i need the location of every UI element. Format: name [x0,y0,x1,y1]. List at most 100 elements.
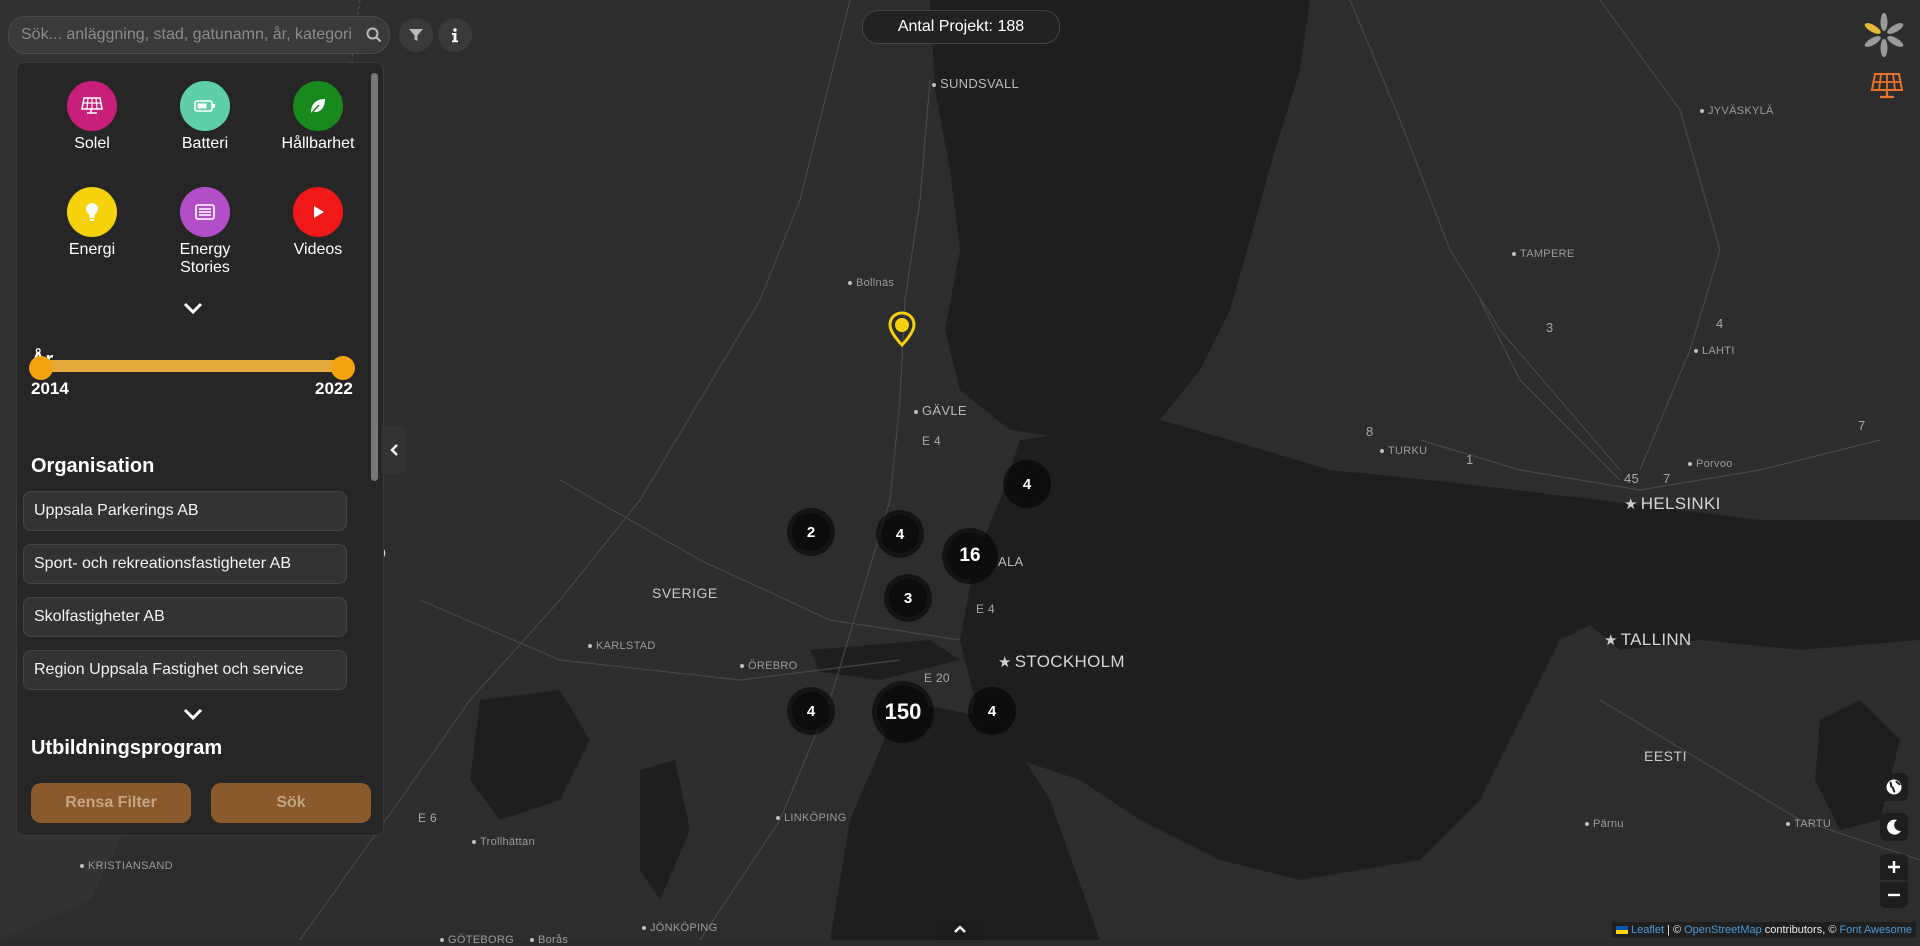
category-label: Videos [293,241,343,258]
expand-organisations-button[interactable] [181,707,205,727]
place-label: EESTI [1644,748,1687,764]
lightbulb-icon [67,187,117,237]
ukraine-flag-icon [1616,926,1629,934]
road-label: E 4 [976,602,995,616]
place-label: Pärnu [1585,818,1624,830]
category-hallbarhet[interactable]: Hållbarhet [263,81,373,153]
project-cluster-marker[interactable]: 4 [1008,465,1046,503]
place-label: LINKÖPING [776,812,847,824]
category-label: Energi [68,241,116,258]
place-label: ALA [998,554,1024,569]
info-icon [452,28,458,43]
collapse-panel-button[interactable] [382,426,406,474]
project-cluster-marker[interactable]: 16 [947,533,993,579]
category-label-line2: Stories [180,259,230,276]
year-slider-max-handle[interactable] [331,356,355,380]
organisation-option[interactable]: Uppsala Parkerings AB [23,491,347,531]
osm-link[interactable]: OpenStreetMap [1684,924,1762,936]
filter-icon [409,29,423,41]
map-number-label: 8 [1366,424,1374,439]
category-energi[interactable]: Energi [37,187,147,259]
place-label: ÖREBRO [740,660,797,672]
dark-mode-toggle[interactable] [1880,813,1908,841]
year-min: 2014 [31,379,69,398]
plus-icon [1888,861,1900,873]
info-button[interactable] [438,18,472,52]
expand-bottom-panel-button[interactable] [935,918,985,940]
road-label: E 4 [922,434,941,448]
chevron-down-icon [183,302,203,315]
map-number-label: 45 [1624,471,1640,486]
category-batteri[interactable]: Batteri [150,81,260,153]
place-label: ★ HELSINKI [1624,494,1721,513]
year-max: 2022 [315,379,353,398]
play-icon [293,187,343,237]
road-label: E 20 [924,671,950,685]
place-label: LAHTI [1694,345,1735,357]
place-label: SUNDSVALL [932,76,1019,91]
chevron-left-icon [390,444,398,456]
place-label: Bollnäs [848,277,894,289]
category-videos[interactable]: Videos [263,187,373,259]
place-label: ★ STOCKHOLM [998,652,1125,671]
globe-layer-button[interactable] [1880,773,1908,801]
solar-panel-icon [67,81,117,131]
year-slider-min-handle[interactable] [29,356,53,380]
organisation-option[interactable]: Skolfastigheter AB [23,597,347,637]
project-cluster-marker[interactable]: 4 [881,515,919,553]
leaf-icon [293,81,343,131]
project-cluster-marker[interactable]: 150 [877,686,929,738]
search-icon[interactable] [359,27,389,43]
moon-icon [1887,819,1901,835]
zoom-out-button[interactable] [1880,882,1908,908]
globe-icon [1886,779,1902,795]
chevron-up-icon [954,925,966,933]
place-label: KARLSTAD [588,640,656,652]
year-slider-track[interactable] [41,360,346,372]
place-label: TAMPERE [1512,248,1574,260]
place-label: TARTU [1786,818,1831,830]
place-label: ★ TALLINN [1604,630,1692,649]
organisation-option[interactable]: Sport- och rekreationsfastigheter AB [23,544,347,584]
filter-button[interactable] [399,18,433,52]
category-energy-stories[interactable]: Energy Stories [150,187,260,277]
project-cluster-marker[interactable]: 4 [792,692,830,730]
newspaper-icon [180,187,230,237]
place-label: TURKU [1380,445,1427,457]
place-label: GÄVLE [914,403,967,418]
map-number-label: 4 [1716,316,1724,331]
project-cluster-marker[interactable]: 3 [889,579,927,617]
sun-logo-icon [1864,13,1904,57]
location-marker-icon[interactable] [888,311,916,347]
category-label: Hållbarhet [281,135,355,152]
fontawesome-link[interactable]: Font Awesome [1839,924,1912,936]
project-cluster-marker[interactable]: 2 [792,513,830,551]
road-label: E 6 [418,811,437,825]
battery-icon [180,81,230,131]
map-attribution: Leaflet | © OpenStreetMap contributors, … [1612,922,1916,938]
leaflet-link[interactable]: Leaflet [1631,924,1664,936]
search-submit-button[interactable]: Sök [211,783,371,823]
place-label: JÖNKÖPING [642,922,718,934]
place-label: Trollhättan [472,836,535,848]
education-title: Utbildningsprogram [31,737,223,759]
filter-panel: Solel Batteri Hållbarhet Energi Energy S… [16,62,384,836]
place-label: SVERIGE [652,585,718,601]
expand-categories-button[interactable] [181,301,205,321]
organisation-title: Organisation [31,455,155,477]
solar-panel-layer-icon[interactable] [1870,72,1904,100]
clear-filter-button[interactable]: Rensa Filter [31,783,191,823]
search-box [8,16,390,54]
search-input[interactable] [9,25,359,45]
chevron-down-icon [183,708,203,721]
map-number-label: 7 [1858,418,1866,433]
organisation-option[interactable]: Region Uppsala Fastighet och service [23,650,347,690]
zoom-in-button[interactable] [1880,854,1908,880]
attribution-contributors: contributors, © [1764,924,1837,936]
category-solel[interactable]: Solel [37,81,147,153]
place-label: KRISTIANSAND [80,860,173,872]
place-label: JYVÄSKYLÄ [1700,105,1774,117]
project-cluster-marker[interactable]: 4 [973,692,1011,730]
map-number-label: 7 [1663,471,1671,486]
category-label: Solel [74,135,110,152]
